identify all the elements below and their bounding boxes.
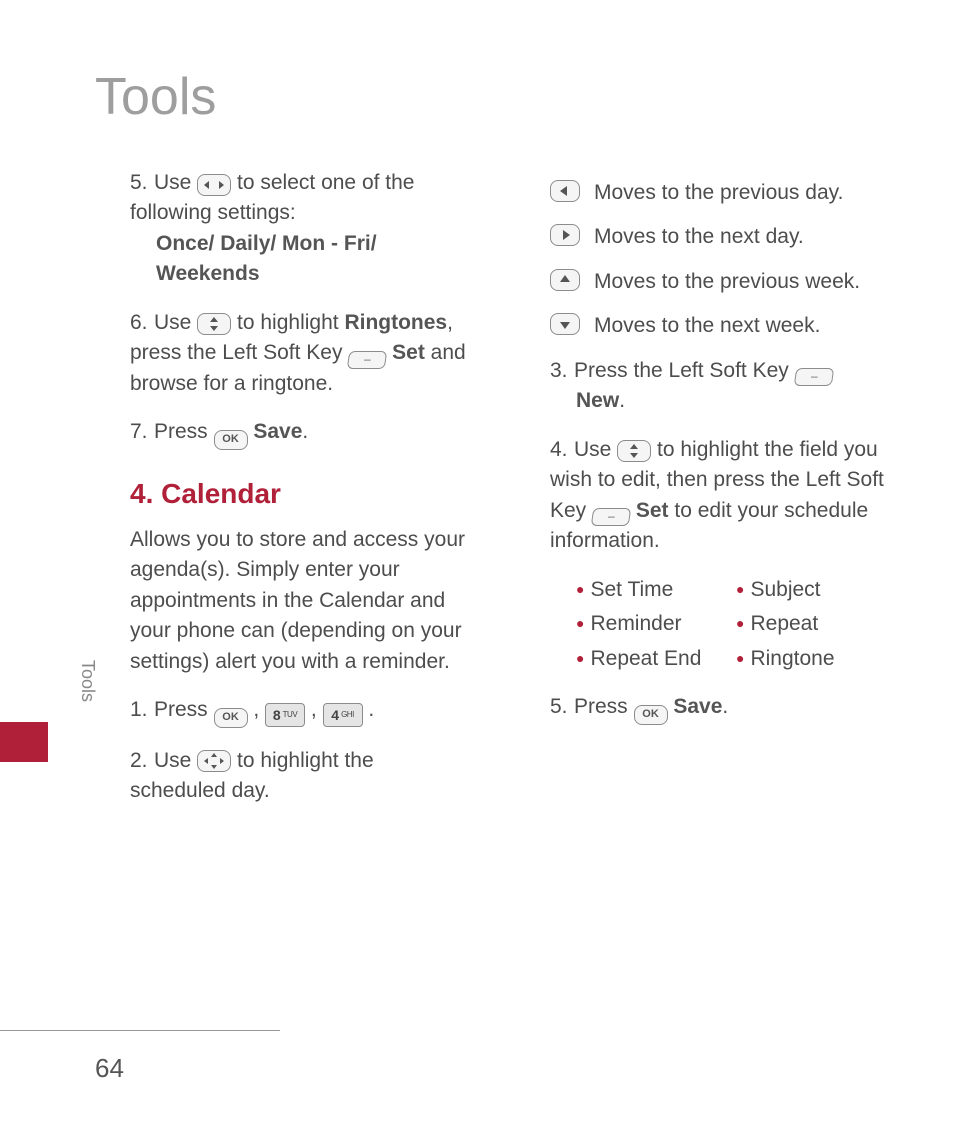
- page-title: Tools: [95, 60, 216, 135]
- up-down-nav-key-icon: [617, 440, 651, 462]
- section-heading-calendar: 4. Calendar: [130, 474, 470, 515]
- text-bold: Save: [253, 420, 302, 443]
- text: Press the Left Soft Key: [574, 359, 795, 382]
- field-bullet-list: Set Time Subject Reminder Repeat Repeat …: [576, 575, 890, 674]
- text: Moves to the next week.: [594, 311, 890, 341]
- calendar-step-5: 5.Press OK Save.: [550, 692, 890, 725]
- soft-key-icon: –: [793, 368, 834, 386]
- step-5: 5.Use to select one of the following set…: [130, 168, 470, 290]
- footer-rule: [0, 1030, 280, 1031]
- up-arrow-key-icon: [550, 269, 580, 291]
- text: Press: [154, 698, 214, 721]
- up-down-nav-key-icon: [197, 313, 231, 335]
- text-bold: New: [576, 389, 619, 412]
- bullet-item: Reminder: [576, 609, 736, 639]
- ok-key-icon: OK: [634, 705, 668, 725]
- key-8-icon: 8TUV: [265, 703, 305, 727]
- down-arrow-key-icon: [550, 313, 580, 335]
- step-6: 6.Use to highlight Ringtones, press the …: [130, 308, 470, 400]
- text: Use: [574, 438, 617, 461]
- four-way-nav-key-icon: [197, 750, 231, 772]
- ok-key-icon: OK: [214, 430, 248, 450]
- bullet-item: Subject: [736, 575, 896, 605]
- nav-key-table: Moves to the previous day. Moves to the …: [550, 178, 890, 342]
- text: Use: [154, 749, 197, 772]
- soft-key-icon: –: [591, 508, 632, 526]
- text-bold: Once/ Daily/ Mon - Fri/ Weekends: [130, 229, 470, 290]
- key-4-icon: 4GHI: [323, 703, 363, 727]
- text: ,: [248, 698, 266, 721]
- text: .: [302, 420, 308, 443]
- text: Moves to the previous day.: [594, 178, 890, 208]
- ok-key-icon: OK: [214, 708, 248, 728]
- text-bold: Set: [636, 499, 669, 522]
- soft-key-icon: –: [347, 351, 388, 369]
- left-right-nav-key-icon: [197, 174, 231, 196]
- text: .: [619, 389, 625, 412]
- calendar-step-1: 1.Press OK , 8TUV , 4GHI .: [130, 695, 470, 728]
- text-bold: Ringtones: [344, 311, 447, 334]
- side-tab-marker: [0, 722, 48, 762]
- text: Use: [154, 171, 197, 194]
- step-7: 7.Press OK Save.: [130, 417, 470, 450]
- calendar-step-3: 3.Press the Left Soft Key – New.: [550, 356, 890, 417]
- calendar-intro: Allows you to store and access your agen…: [130, 525, 470, 677]
- left-arrow-key-icon: [550, 180, 580, 202]
- text: Moves to the previous week.: [594, 267, 890, 297]
- bullet-item: Ringtone: [736, 644, 896, 674]
- bullet-item: Repeat End: [576, 644, 736, 674]
- page-number: 64: [95, 1050, 124, 1088]
- text-bold: Set: [392, 341, 425, 364]
- text-bold: Save: [673, 695, 722, 718]
- text: Press: [154, 420, 214, 443]
- bullet-item: Repeat: [736, 609, 896, 639]
- calendar-step-2: 2.Use to highlight the scheduled day.: [130, 746, 470, 807]
- text: .: [363, 698, 375, 721]
- calendar-step-4: 4.Use to highlight the field you wish to…: [550, 435, 890, 557]
- side-section-label: Tools: [75, 660, 101, 702]
- text: to highlight: [237, 311, 344, 334]
- right-arrow-key-icon: [550, 224, 580, 246]
- text: .: [722, 695, 728, 718]
- text: Press: [574, 695, 634, 718]
- text: ,: [305, 698, 323, 721]
- text: Moves to the next day.: [594, 222, 890, 252]
- bullet-item: Set Time: [576, 575, 736, 605]
- text: Use: [154, 311, 197, 334]
